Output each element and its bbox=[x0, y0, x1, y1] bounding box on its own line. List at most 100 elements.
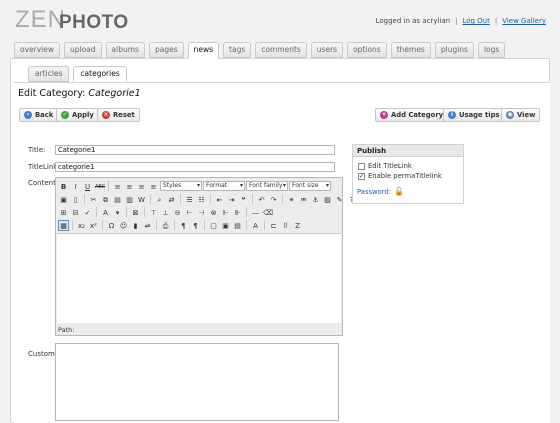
tab-news[interactable]: news bbox=[187, 42, 220, 59]
undo-icon[interactable]: ↶ bbox=[256, 194, 267, 205]
copy-icon[interactable]: ⧉ bbox=[100, 194, 111, 205]
merge-cells-icon[interactable]: ⊪ bbox=[232, 207, 243, 218]
tab-tags[interactable]: tags bbox=[223, 42, 252, 58]
insert-col-before-icon[interactable]: ⊢ bbox=[184, 207, 195, 218]
special-char-icon[interactable]: Ω bbox=[106, 220, 117, 231]
table-icon[interactable]: ⊞ bbox=[58, 207, 69, 218]
print-icon[interactable]: ⎙ bbox=[160, 220, 171, 231]
font-family-select[interactable]: Font family bbox=[246, 181, 288, 191]
underline-icon[interactable]: U bbox=[82, 181, 93, 192]
view-button[interactable]: ◉ View bbox=[501, 108, 541, 122]
nonbreaking-icon[interactable]: ⌷ bbox=[280, 220, 291, 231]
split-cells-icon[interactable]: ⊩ bbox=[220, 207, 231, 218]
lock-icon[interactable]: 🔓 bbox=[394, 187, 404, 196]
paste-icon[interactable]: ▤ bbox=[112, 194, 123, 205]
text-color-icon[interactable]: A bbox=[100, 207, 111, 218]
reset-button[interactable]: × Reset bbox=[97, 108, 140, 122]
highlight-color-icon[interactable]: ▾ bbox=[112, 207, 123, 218]
tab-themes[interactable]: themes bbox=[390, 42, 431, 58]
numbered-list-icon[interactable]: ☷ bbox=[196, 194, 207, 205]
media-embed-icon[interactable]: ▮ bbox=[130, 220, 141, 231]
new-document-icon[interactable]: ▯ bbox=[70, 194, 81, 205]
anchor-icon[interactable]: ⚓ bbox=[310, 194, 321, 205]
tab-upload[interactable]: upload bbox=[64, 42, 102, 58]
tab-albums[interactable]: albums bbox=[105, 42, 145, 58]
blockquote-icon[interactable]: ❝ bbox=[238, 194, 249, 205]
tab-overview[interactable]: overview bbox=[14, 42, 60, 58]
align-right-icon[interactable]: ≡ bbox=[136, 181, 147, 192]
format-select[interactable]: Format bbox=[203, 181, 245, 191]
subtab-categories[interactable]: categories bbox=[73, 66, 127, 82]
paste-word-icon[interactable]: W bbox=[136, 194, 147, 205]
view-gallery-link[interactable]: View Gallery bbox=[502, 17, 546, 25]
logo-photo-text: PHOTO bbox=[59, 12, 129, 33]
template-icon[interactable]: Z bbox=[292, 220, 303, 231]
subscript-icon[interactable]: x₂ bbox=[76, 220, 87, 231]
tab-users[interactable]: users bbox=[310, 42, 344, 58]
tab-pages[interactable]: pages bbox=[148, 42, 184, 58]
tab-logs[interactable]: logs bbox=[477, 42, 506, 58]
enable-perma-option[interactable]: ✓ Enable permaTitlelink bbox=[358, 172, 442, 180]
outdent-icon[interactable]: ⇤ bbox=[214, 194, 225, 205]
font-size-select[interactable]: Font size bbox=[289, 181, 331, 191]
delete-row-icon[interactable]: ⊖ bbox=[172, 207, 183, 218]
usage-tips-button[interactable]: i Usage tips bbox=[443, 108, 505, 122]
password-link[interactable]: Password: bbox=[357, 188, 391, 196]
replace-icon[interactable]: ⇄ bbox=[166, 194, 177, 205]
logout-link[interactable]: Log Out bbox=[462, 17, 489, 25]
save-icon[interactable]: ▣ bbox=[58, 194, 69, 205]
edit-table-icon[interactable]: ⊠ bbox=[130, 207, 141, 218]
ltr-icon[interactable]: ¶ bbox=[178, 220, 189, 231]
superscript-icon[interactable]: x² bbox=[88, 220, 99, 231]
delete-col-icon[interactable]: ⊗ bbox=[208, 207, 219, 218]
move-backward-icon[interactable]: ▤ bbox=[232, 220, 243, 231]
indent-icon[interactable]: ⇥ bbox=[226, 194, 237, 205]
apply-button[interactable]: ✓ Apply bbox=[56, 108, 99, 122]
insert-layer-icon[interactable]: ▢ bbox=[208, 220, 219, 231]
visual-aid-icon[interactable]: ▦ bbox=[58, 219, 69, 231]
custom-textarea[interactable] bbox=[55, 343, 339, 421]
rtl-icon[interactable]: ¶ bbox=[190, 220, 201, 231]
italic-icon[interactable]: I bbox=[70, 181, 81, 192]
editor-content-area[interactable] bbox=[57, 233, 341, 323]
edit-titlelink-checkbox[interactable] bbox=[358, 162, 365, 170]
subtab-articles[interactable]: articles bbox=[28, 66, 70, 82]
row-props-icon[interactable]: ⊟ bbox=[70, 207, 81, 218]
horizontal-rule-icon[interactable]: — bbox=[250, 207, 261, 218]
titlelink-input[interactable]: categorie1 bbox=[55, 162, 335, 172]
add-category-button[interactable]: + Add Category bbox=[375, 108, 449, 122]
cut-icon[interactable]: ✂ bbox=[88, 194, 99, 205]
title-input[interactable]: Categorie1 bbox=[55, 145, 335, 155]
enable-perma-checkbox[interactable]: ✓ bbox=[358, 172, 365, 180]
edit-titlelink-option[interactable]: Edit TitleLink bbox=[358, 162, 412, 170]
find-icon[interactable]: ⌕ bbox=[154, 194, 165, 205]
insert-row-before-icon[interactable]: ⊤ bbox=[148, 207, 159, 218]
tab-options[interactable]: options bbox=[347, 42, 387, 58]
align-left-icon[interactable]: ≡ bbox=[112, 181, 123, 192]
styleprops-icon[interactable]: A bbox=[250, 220, 261, 231]
bullet-list-icon[interactable]: ☰ bbox=[184, 194, 195, 205]
styles-select[interactable]: Styles bbox=[160, 181, 202, 191]
tab-comments[interactable]: comments bbox=[255, 42, 307, 58]
spellcheck-icon[interactable]: ✓ bbox=[82, 207, 93, 218]
cleanup-icon[interactable]: ✎ bbox=[334, 194, 345, 205]
paste-text-icon[interactable]: ▥ bbox=[124, 194, 135, 205]
insert-row-after-icon[interactable]: ⊥ bbox=[160, 207, 171, 218]
move-forward-icon[interactable]: ▣ bbox=[220, 220, 231, 231]
image-icon[interactable]: ▨ bbox=[322, 194, 333, 205]
remove-format-icon[interactable]: ⌫ bbox=[262, 207, 273, 218]
align-center-icon[interactable]: ≡ bbox=[124, 181, 135, 192]
tab-plugins[interactable]: plugins bbox=[434, 42, 474, 58]
link-icon[interactable]: ⚭ bbox=[286, 194, 297, 205]
redo-icon[interactable]: ↷ bbox=[268, 194, 279, 205]
bold-icon[interactable]: B bbox=[58, 181, 69, 192]
cite-icon[interactable]: ⊏ bbox=[268, 220, 279, 231]
page-break-icon[interactable]: ⇌ bbox=[142, 220, 153, 231]
unlink-icon[interactable]: ⚮ bbox=[298, 194, 309, 205]
back-button[interactable]: ‹ Back bbox=[19, 108, 59, 122]
password-row[interactable]: Password: 🔓 bbox=[357, 187, 404, 196]
strikethrough-icon[interactable]: ABC bbox=[94, 181, 105, 192]
insert-col-after-icon[interactable]: ⊣ bbox=[196, 207, 207, 218]
align-justify-icon[interactable]: ≡ bbox=[148, 181, 159, 192]
emoticon-icon[interactable]: ☺ bbox=[118, 220, 129, 231]
